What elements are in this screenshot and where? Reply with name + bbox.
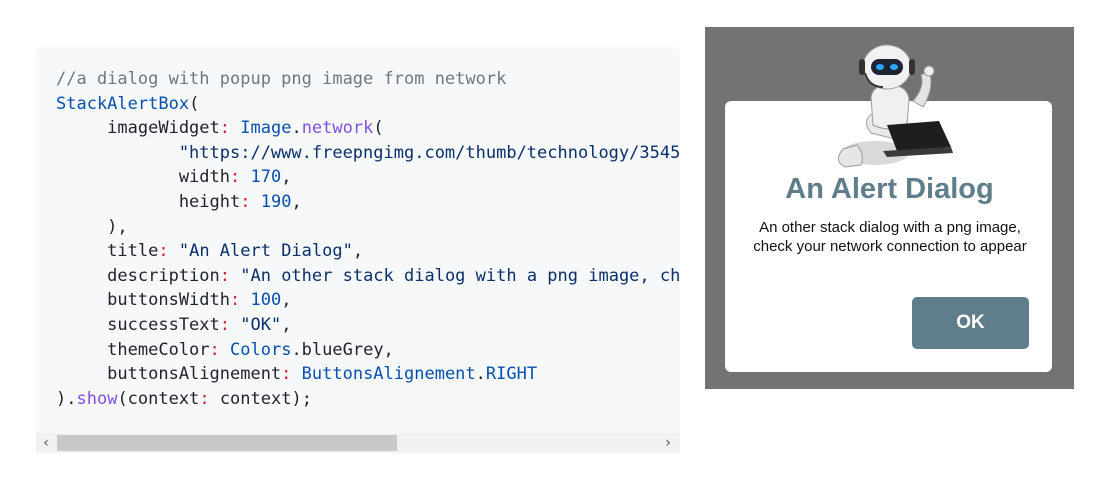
code-token: "OK" — [230, 314, 282, 335]
code-token: ( — [189, 93, 200, 114]
code-line: height: 190, — [56, 190, 680, 215]
code-token: show — [76, 388, 118, 409]
code-token: RIGHT — [485, 364, 538, 385]
code-line: "https://www.freepngimg.com/thumb/techno… — [56, 141, 680, 166]
code-token: "https://www.freepngimg.com/thumb/techno… — [56, 142, 680, 163]
code-line: buttonsWidth: 100, — [56, 288, 680, 313]
code-token: : — [158, 241, 169, 262]
code-scroll-area: //a dialog with popup png image from net… — [36, 47, 680, 433]
code-line: description: "An other stack dialog with… — [56, 264, 680, 289]
code-token: width — [56, 167, 230, 188]
code-token: Colors — [219, 339, 292, 360]
code-token: . — [475, 364, 486, 385]
code-token: buttonsWidth — [56, 290, 230, 311]
code-token: ). — [56, 388, 77, 409]
code-line: ).show(context: context); — [56, 387, 680, 412]
code-token: : — [230, 167, 241, 188]
code-line: title: "An Alert Dialog", — [56, 239, 680, 264]
robot-with-laptop-icon — [838, 44, 953, 168]
code-token: "An Alert Dialog" — [168, 241, 353, 262]
code-token: (context — [117, 388, 200, 409]
code-token: , — [281, 290, 292, 311]
code-token: : — [219, 265, 231, 286]
code-token: buttonsAlignement — [56, 364, 282, 385]
chevron-left-icon[interactable]: ‹ — [36, 433, 56, 453]
code-token: //a dialog with popup png image from net… — [56, 69, 507, 89]
code-token: 190 — [250, 191, 292, 212]
code-token: StackAlertBox — [56, 93, 190, 114]
code-token: . — [291, 118, 302, 139]
code-line: successText: "OK", — [56, 313, 680, 338]
code-line: themeColor: Colors.blueGrey, — [56, 338, 680, 363]
chevron-right-icon[interactable]: › — [658, 433, 678, 453]
dialog-description: An other stack dialog with a png image, … — [753, 219, 1027, 255]
code-token: "An other stack dialog with a png image,… — [230, 265, 680, 286]
code-token: : — [281, 364, 292, 385]
dialog-preview-screenshot: An Alert Dialog An other stack dialog wi… — [705, 27, 1074, 389]
code-token: , — [352, 241, 364, 262]
code-line: ), — [56, 215, 680, 240]
horizontal-scrollbar[interactable]: ‹ › — [36, 433, 680, 453]
code-token: ButtonsAlignement — [291, 364, 476, 385]
code-token: 170 — [240, 167, 282, 188]
code-token: successText — [56, 314, 220, 335]
code-token: : — [219, 118, 231, 139]
code-token: Image — [230, 118, 292, 139]
code-token: : — [219, 314, 231, 335]
code-token: imageWidget — [56, 118, 220, 139]
code-token: description — [56, 265, 220, 286]
scrollbar-thumb[interactable] — [57, 435, 397, 451]
code-token: : — [199, 388, 210, 409]
dialog-title: An Alert Dialog — [785, 173, 994, 205]
code-token: themeColor — [56, 339, 210, 360]
code-line: imageWidget: Image.network( — [56, 116, 680, 141]
code-line: StackAlertBox( — [56, 92, 680, 117]
code-token: context); — [209, 388, 312, 409]
code-text: //a dialog with popup png image from net… — [56, 67, 680, 411]
code-token: : — [240, 191, 251, 212]
code-line: //a dialog with popup png image from net… — [56, 67, 680, 92]
code-token: title — [56, 241, 159, 262]
code-token: .blueGrey, — [291, 339, 394, 360]
code-token: , — [291, 191, 302, 212]
code-token: : — [230, 290, 241, 311]
code-token: ), — [56, 216, 128, 237]
code-token: height — [56, 191, 241, 212]
code-token: network — [301, 118, 374, 139]
code-line: buttonsAlignement: ButtonsAlignement.RIG… — [56, 362, 680, 387]
code-token: 100 — [240, 290, 282, 311]
code-block: //a dialog with popup png image from net… — [36, 47, 680, 453]
ok-button[interactable]: OK — [912, 297, 1029, 349]
code-token: ( — [373, 118, 384, 139]
code-token: , — [281, 314, 292, 335]
code-token: : — [209, 339, 220, 360]
code-token: , — [281, 167, 292, 188]
code-line: width: 170, — [56, 165, 680, 190]
